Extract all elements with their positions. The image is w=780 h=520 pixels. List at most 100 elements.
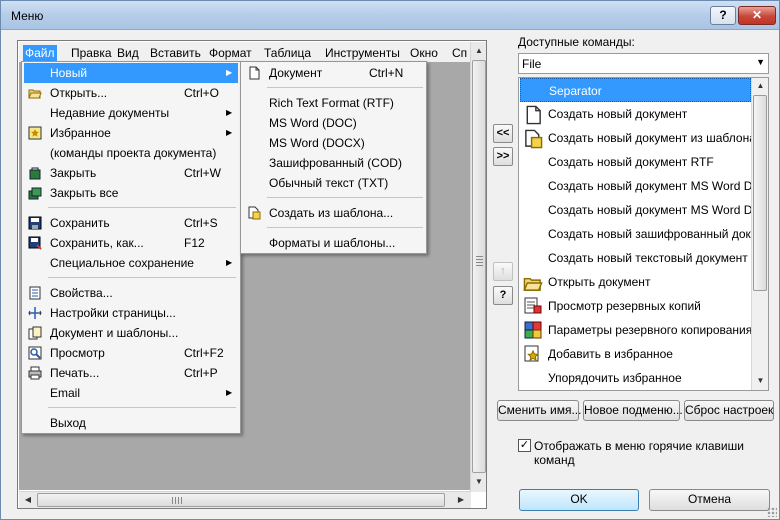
new-submenu-item[interactable]: Создать из шаблона... xyxy=(243,203,424,223)
new-submenu-button[interactable]: Новое подменю... xyxy=(583,400,683,421)
command-help-button[interactable]: ? xyxy=(493,286,513,305)
new-submenu-item[interactable]: Документ Ctrl+N xyxy=(243,63,424,83)
command-list-item[interactable]: Открыть документ xyxy=(520,270,751,294)
menu-item-label: Email xyxy=(50,386,81,400)
chevron-down-icon: ▼ xyxy=(756,57,765,67)
command-label: Добавить в избранное xyxy=(548,347,673,361)
scroll-right-arrow-icon[interactable]: ▶ xyxy=(453,492,469,508)
print-icon xyxy=(28,366,42,380)
command-list-item[interactable]: Создать новый документ MS Word D... xyxy=(520,198,751,222)
new-submenu-item[interactable]: Зашифрованный (COD) xyxy=(243,153,424,173)
reset-settings-button[interactable]: Сброс настроек xyxy=(684,400,774,421)
menubar-item-window[interactable]: Окно xyxy=(410,45,438,61)
file-menu-item[interactable]: Специальное сохранение ▶ xyxy=(24,253,238,273)
menu-item-label: Специальное сохранение xyxy=(50,256,194,270)
file-menu-item[interactable]: Печать... Ctrl+P xyxy=(24,363,238,383)
menubar-item-table[interactable]: Таблица xyxy=(264,45,311,61)
command-list-item[interactable]: Создать новый документ MS Word DOC xyxy=(520,174,751,198)
menubar-item-format[interactable]: Формат xyxy=(209,45,252,61)
menubar-item-view[interactable]: Вид xyxy=(117,45,139,61)
file-menu-item[interactable]: Сохранить, как... F12 xyxy=(24,233,238,253)
close-doc-icon xyxy=(28,166,42,180)
preview-horizontal-scrollbar[interactable]: ◀ ▶ xyxy=(19,491,471,508)
command-list-item[interactable]: Separator xyxy=(520,78,751,102)
menu-separator xyxy=(267,227,423,228)
command-list-item[interactable]: Упорядочить избранное xyxy=(520,366,751,390)
hscroll-thumb[interactable] xyxy=(37,493,445,507)
command-list-item[interactable]: Просмотр резервных копий xyxy=(520,294,751,318)
move-up-button[interactable]: ↑ xyxy=(493,262,513,281)
file-menu-item[interactable]: Недавние документы ▶ xyxy=(24,103,238,123)
command-list-item[interactable]: Создать новый текстовый документ xyxy=(520,246,751,270)
menu-item-label: Зашифрованный (COD) xyxy=(269,156,402,170)
file-menu-item[interactable]: Выход xyxy=(24,413,238,433)
show-hotkeys-checkbox[interactable]: ✓ xyxy=(518,439,531,452)
preview-icon xyxy=(28,346,42,360)
cancel-button[interactable]: Отмена xyxy=(649,489,770,511)
doc-templates-icon xyxy=(28,326,42,340)
commands-scrollbar[interactable]: ▲ ▼ xyxy=(751,78,768,390)
close-button[interactable]: ✕ xyxy=(738,6,776,25)
file-menu-item[interactable]: Новый ▶ xyxy=(24,63,238,83)
scroll-down-arrow-icon[interactable]: ▼ xyxy=(752,373,768,389)
menu-item-shortcut: Ctrl+N xyxy=(369,66,404,80)
submenu-arrow-icon: ▶ xyxy=(226,108,233,117)
scroll-thumb[interactable] xyxy=(472,60,486,473)
menubar-item-file[interactable]: Файл xyxy=(23,45,57,61)
menu-separator xyxy=(267,87,423,88)
command-list-item[interactable]: Создать новый документ RTF xyxy=(520,150,751,174)
command-list-item[interactable]: Создать новый документ xyxy=(520,102,751,126)
file-menu-item[interactable]: Избранное ▶ xyxy=(24,123,238,143)
ok-button[interactable]: OK xyxy=(519,489,639,511)
file-menu-item[interactable]: Закрыть Ctrl+W xyxy=(24,163,238,183)
menubar-item-help[interactable]: Сп xyxy=(452,45,467,61)
scroll-up-arrow-icon[interactable]: ▲ xyxy=(752,78,768,94)
file-menu-item[interactable]: Настройки страницы... xyxy=(24,303,238,323)
submenu-arrow-icon: ▶ xyxy=(226,68,233,77)
command-category-value: File xyxy=(522,57,542,71)
command-label: Создать новый документ RTF xyxy=(548,155,714,169)
file-menu-item[interactable]: Email ▶ xyxy=(24,383,238,403)
command-category-select[interactable]: File ▼ xyxy=(518,53,769,74)
file-menu-item[interactable]: Свойства... xyxy=(24,283,238,303)
new-submenu-item[interactable]: MS Word (DOC) xyxy=(243,113,424,133)
resize-grip-icon[interactable] xyxy=(767,507,777,517)
menu-separator xyxy=(48,207,236,208)
new-submenu-item[interactable]: Форматы и шаблоны... xyxy=(243,233,424,253)
command-label: Создать новый текстовый документ xyxy=(548,251,748,265)
menubar-item-edit[interactable]: Правка xyxy=(71,45,112,61)
scroll-up-arrow-icon[interactable]: ▲ xyxy=(471,43,487,59)
file-menu-item[interactable]: Открыть... Ctrl+O xyxy=(24,83,238,103)
move-left-button[interactable]: << xyxy=(493,124,513,143)
new-submenu-item[interactable]: MS Word (DOCX) xyxy=(243,133,424,153)
menu-separator xyxy=(48,407,236,408)
menu-item-label: Недавние документы xyxy=(50,106,170,120)
menu-item-label: Настройки страницы... xyxy=(50,306,176,320)
commands-scroll-thumb[interactable] xyxy=(753,95,767,291)
command-label: Создать новый документ из шаблона xyxy=(548,131,751,145)
command-list-item[interactable]: Добавить в избранное xyxy=(520,342,751,366)
file-menu-item[interactable]: Закрыть все xyxy=(24,183,238,203)
command-list-item[interactable]: Создать новый зашифрованный док... xyxy=(520,222,751,246)
preview-vertical-scrollbar[interactable]: ▲ ▼ xyxy=(470,42,486,492)
help-button[interactable]: ? xyxy=(710,6,736,25)
menu-item-label: Сохранить xyxy=(50,216,110,230)
scroll-down-arrow-icon[interactable]: ▼ xyxy=(471,474,487,490)
file-menu-item[interactable]: (команды проекта документа) xyxy=(24,143,238,163)
scroll-left-arrow-icon[interactable]: ◀ xyxy=(20,492,36,508)
command-list-item[interactable]: Параметры резервного копирования xyxy=(520,318,751,342)
rename-button[interactable]: Сменить имя... xyxy=(497,400,581,421)
file-menu-item[interactable]: Просмотр Ctrl+F2 xyxy=(24,343,238,363)
backup-settings-icon xyxy=(523,321,543,339)
file-menu-item[interactable]: Сохранить Ctrl+S xyxy=(24,213,238,233)
file-menu-item[interactable]: Документ и шаблоны... xyxy=(24,323,238,343)
menubar-item-tools[interactable]: Инструменты xyxy=(325,45,400,61)
new-submenu: Документ Ctrl+N Rich Text Format (RTF) MS W… xyxy=(240,61,427,254)
available-commands-list[interactable]: Упорядочить избранное Добавить в избранно… xyxy=(518,77,769,391)
command-list-item[interactable]: Создать новый документ из шаблона xyxy=(520,126,751,150)
new-submenu-item[interactable]: Rich Text Format (RTF) xyxy=(243,93,424,113)
menubar-item-insert[interactable]: Вставить xyxy=(150,45,201,61)
new-submenu-item[interactable]: Обычный текст (TXT) xyxy=(243,173,424,193)
move-right-button[interactable]: >> xyxy=(493,147,513,166)
menu-item-label: Просмотр xyxy=(50,346,105,360)
